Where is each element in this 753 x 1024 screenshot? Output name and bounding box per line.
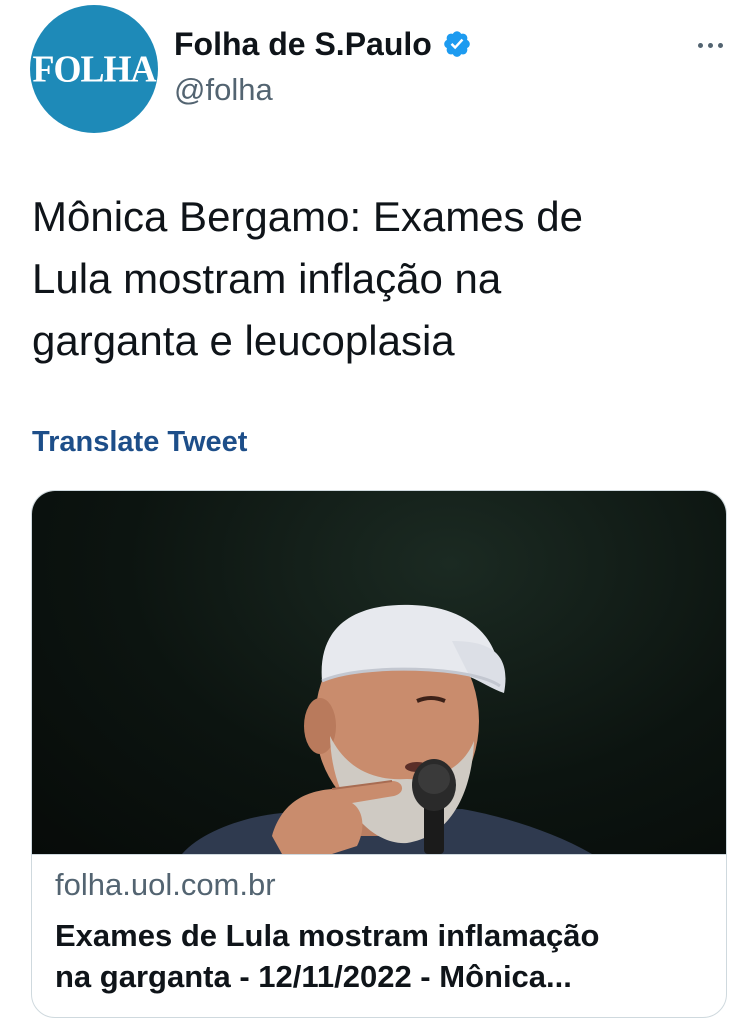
link-preview-card[interactable]: folha.uol.com.br Exames de Lula mostram …	[31, 490, 727, 1018]
avatar[interactable]: FOLHA	[30, 5, 158, 133]
avatar-logo-text: FOLHA	[32, 48, 156, 90]
verified-badge-icon	[444, 31, 470, 57]
more-horizontal-icon	[707, 42, 713, 48]
more-options-button[interactable]	[690, 28, 730, 62]
card-title-line: na garganta - 12/11/2022 - Mônica...	[55, 959, 572, 994]
card-photo	[182, 604, 592, 854]
tweet-header: FOLHA Folha de S.Paulo @folha	[0, 0, 753, 140]
more-horizontal-icon	[717, 42, 723, 48]
card-domain: folha.uol.com.br	[55, 867, 276, 902]
more-horizontal-icon	[697, 42, 703, 48]
card-title: Exames de Lula mostram inflamação na gar…	[55, 915, 705, 997]
handle[interactable]: @folha	[174, 72, 472, 108]
display-name-row: Folha de S.Paulo	[174, 22, 472, 66]
author-names: Folha de S.Paulo @folha	[174, 22, 472, 108]
translate-tweet-link[interactable]: Translate Tweet	[32, 426, 247, 459]
tweet-text: Mônica Bergamo: Exames de Lula mostram i…	[32, 193, 583, 364]
display-name[interactable]: Folha de S.Paulo	[174, 26, 432, 63]
card-image	[32, 491, 726, 855]
card-title-line: Exames de Lula mostram inflamação	[55, 918, 600, 953]
